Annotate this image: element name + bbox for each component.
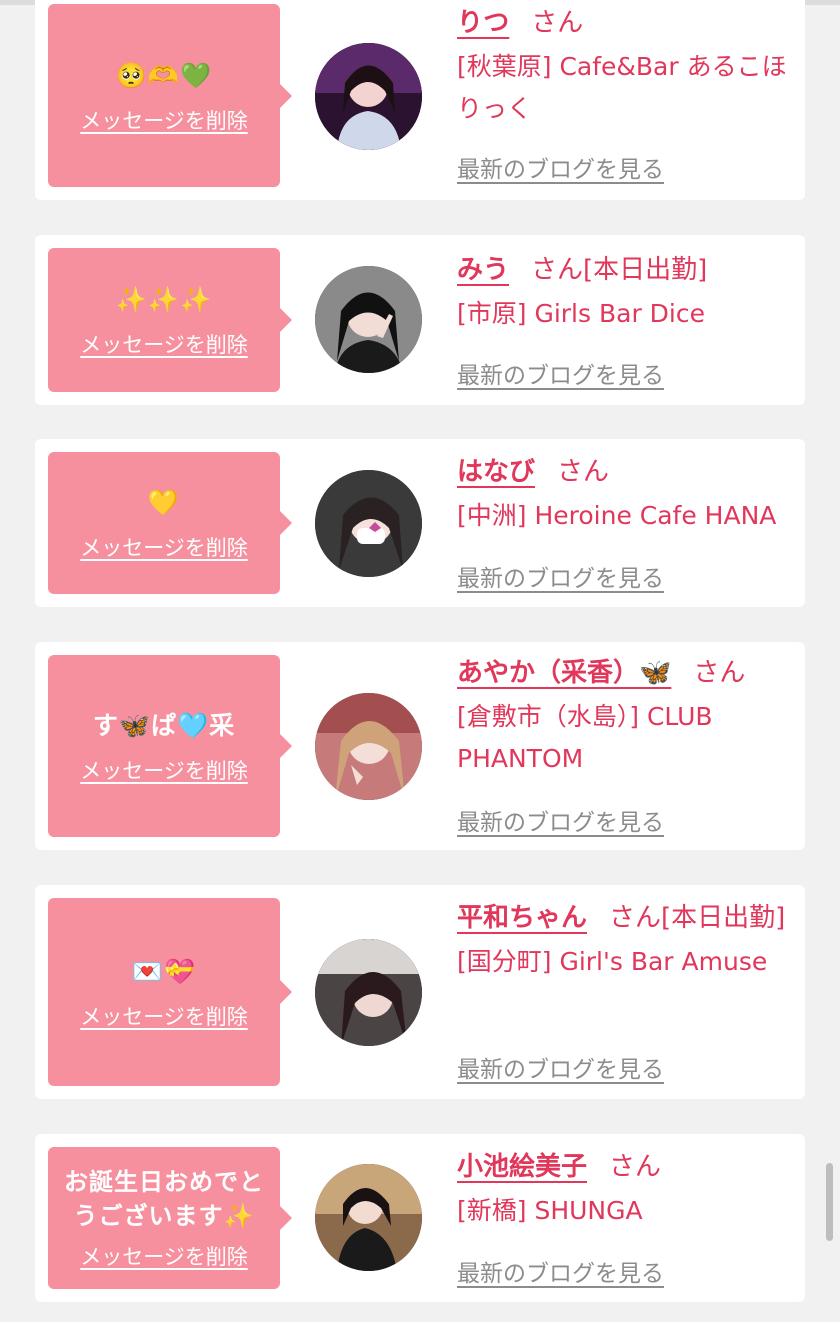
message-bubble: 💌💝 メッセージを削除 bbox=[48, 898, 292, 1086]
scrollbar-thumb[interactable] bbox=[826, 1163, 833, 1241]
work-status: [本日出勤] bbox=[583, 255, 708, 285]
avatar[interactable] bbox=[315, 43, 422, 150]
avatar-photo-icon bbox=[315, 266, 422, 373]
message-card: 💛 メッセージを削除 はなび さん [中洲] Heroine Cafe HANA … bbox=[35, 439, 805, 607]
latest-blog-link[interactable]: 最新のブログを見る bbox=[457, 1254, 664, 1288]
delete-message-link[interactable]: メッセージを削除 bbox=[80, 1241, 248, 1271]
avatar[interactable] bbox=[315, 939, 422, 1046]
sender-info: あやか（采香）🦋 さん [倉敷市（水島）] CLUB PHANTOM bbox=[457, 650, 795, 780]
message-bubble: す🦋ぱ🩵采 メッセージを削除 bbox=[48, 655, 292, 837]
message-card: 🥺🫶💚 メッセージを削除 りつ さん [秋葉原] Cafe&Bar あるこほりっく… bbox=[35, 0, 805, 200]
shop-name: [秋葉原] Cafe&Bar あるこほりっく bbox=[457, 52, 787, 123]
sender-info: みう さん[本日出勤] [市原] Girls Bar Dice bbox=[457, 247, 795, 335]
honorific-label: さん bbox=[693, 658, 746, 688]
message-card: ✨✨✨ メッセージを削除 みう さん[本日出勤] [市原] Girls Bar D… bbox=[35, 235, 805, 405]
delete-message-link[interactable]: メッセージを削除 bbox=[80, 755, 248, 785]
sender-name-link[interactable]: みう bbox=[457, 255, 509, 285]
message-bubble: ✨✨✨ メッセージを削除 bbox=[48, 248, 292, 392]
sender-name-link[interactable]: はなび bbox=[457, 457, 535, 487]
shop-name: [市原] Girls Bar Dice bbox=[457, 299, 705, 328]
message-card: す🦋ぱ🩵采 メッセージを削除 あやか（采香）🦋 さん [倉敷市（水島）] CLUB… bbox=[35, 642, 805, 850]
message-text: お誕生日おめでとうございます✨ bbox=[64, 1168, 264, 1230]
message-text: 🥺🫶💚 bbox=[115, 60, 213, 90]
message-text: 💌💝 bbox=[131, 957, 197, 986]
sender-name-link[interactable]: あやか（采香）🦋 bbox=[457, 658, 671, 688]
avatar[interactable] bbox=[315, 1164, 422, 1271]
sender-info: はなび さん [中洲] Heroine Cafe HANA bbox=[457, 449, 795, 537]
latest-blog-link[interactable]: 最新のブログを見る bbox=[457, 803, 664, 837]
sender-info: りつ さん [秋葉原] Cafe&Bar あるこほりっく bbox=[457, 0, 795, 130]
honorific-label: さん bbox=[609, 903, 662, 933]
message-feed: 🥺🫶💚 メッセージを削除 りつ さん [秋葉原] Cafe&Bar あるこほりっく… bbox=[0, 0, 840, 1322]
honorific-label: さん bbox=[531, 255, 584, 285]
honorific-label: さん bbox=[531, 8, 584, 38]
shop-name: [中洲] Heroine Cafe HANA bbox=[457, 501, 777, 530]
message-card: 💌💝 メッセージを削除 平和ちゃん さん[本日出勤] [国分町] Girl's B… bbox=[35, 885, 805, 1099]
avatar[interactable] bbox=[315, 266, 422, 373]
message-text: す🦋ぱ🩵采 bbox=[92, 711, 236, 740]
sender-info: 小池絵美子 さん [新橋] SHUNGA bbox=[457, 1144, 795, 1232]
sender-name-link[interactable]: りつ bbox=[457, 8, 509, 38]
delete-message-link[interactable]: メッセージを削除 bbox=[80, 532, 248, 562]
message-bubble: お誕生日おめでとうございます✨ メッセージを削除 bbox=[48, 1147, 292, 1289]
avatar[interactable] bbox=[315, 470, 422, 577]
message-text: ✨✨✨ bbox=[115, 285, 213, 314]
shop-name: [国分町] Girl's Bar Amuse bbox=[457, 947, 768, 976]
avatar-photo-icon bbox=[315, 1164, 422, 1271]
sender-name-link[interactable]: 平和ちゃん bbox=[457, 903, 587, 933]
message-bubble: 🥺🫶💚 メッセージを削除 bbox=[48, 4, 292, 187]
shop-name: [倉敷市（水島）] CLUB PHANTOM bbox=[457, 702, 713, 773]
sender-name-link[interactable]: 小池絵美子 bbox=[457, 1152, 587, 1182]
message-card: お誕生日おめでとうございます✨ メッセージを削除 小池絵美子 さん [新橋] SH… bbox=[35, 1134, 805, 1302]
honorific-label: さん bbox=[557, 457, 610, 487]
sender-info: 平和ちゃん さん[本日出勤] [国分町] Girl's Bar Amuse bbox=[457, 895, 795, 983]
delete-message-link[interactable]: メッセージを削除 bbox=[80, 1001, 248, 1031]
avatar-photo-icon bbox=[315, 939, 422, 1046]
avatar-photo-icon bbox=[315, 43, 422, 150]
work-status: [本日出勤] bbox=[661, 903, 786, 933]
latest-blog-link[interactable]: 最新のブログを見る bbox=[457, 150, 664, 184]
avatar-photo-icon bbox=[315, 470, 422, 577]
latest-blog-link[interactable]: 最新のブログを見る bbox=[457, 356, 664, 390]
latest-blog-link[interactable]: 最新のブログを見る bbox=[457, 559, 664, 593]
avatar[interactable] bbox=[315, 693, 422, 800]
delete-message-link[interactable]: メッセージを削除 bbox=[80, 329, 248, 359]
message-bubble: 💛 メッセージを削除 bbox=[48, 452, 292, 594]
message-text: 💛 bbox=[147, 488, 181, 517]
latest-blog-link[interactable]: 最新のブログを見る bbox=[457, 1050, 664, 1084]
shop-name: [新橋] SHUNGA bbox=[457, 1196, 643, 1225]
avatar-photo-icon bbox=[315, 693, 422, 800]
delete-message-link[interactable]: メッセージを削除 bbox=[80, 105, 248, 135]
honorific-label: さん bbox=[609, 1152, 662, 1182]
